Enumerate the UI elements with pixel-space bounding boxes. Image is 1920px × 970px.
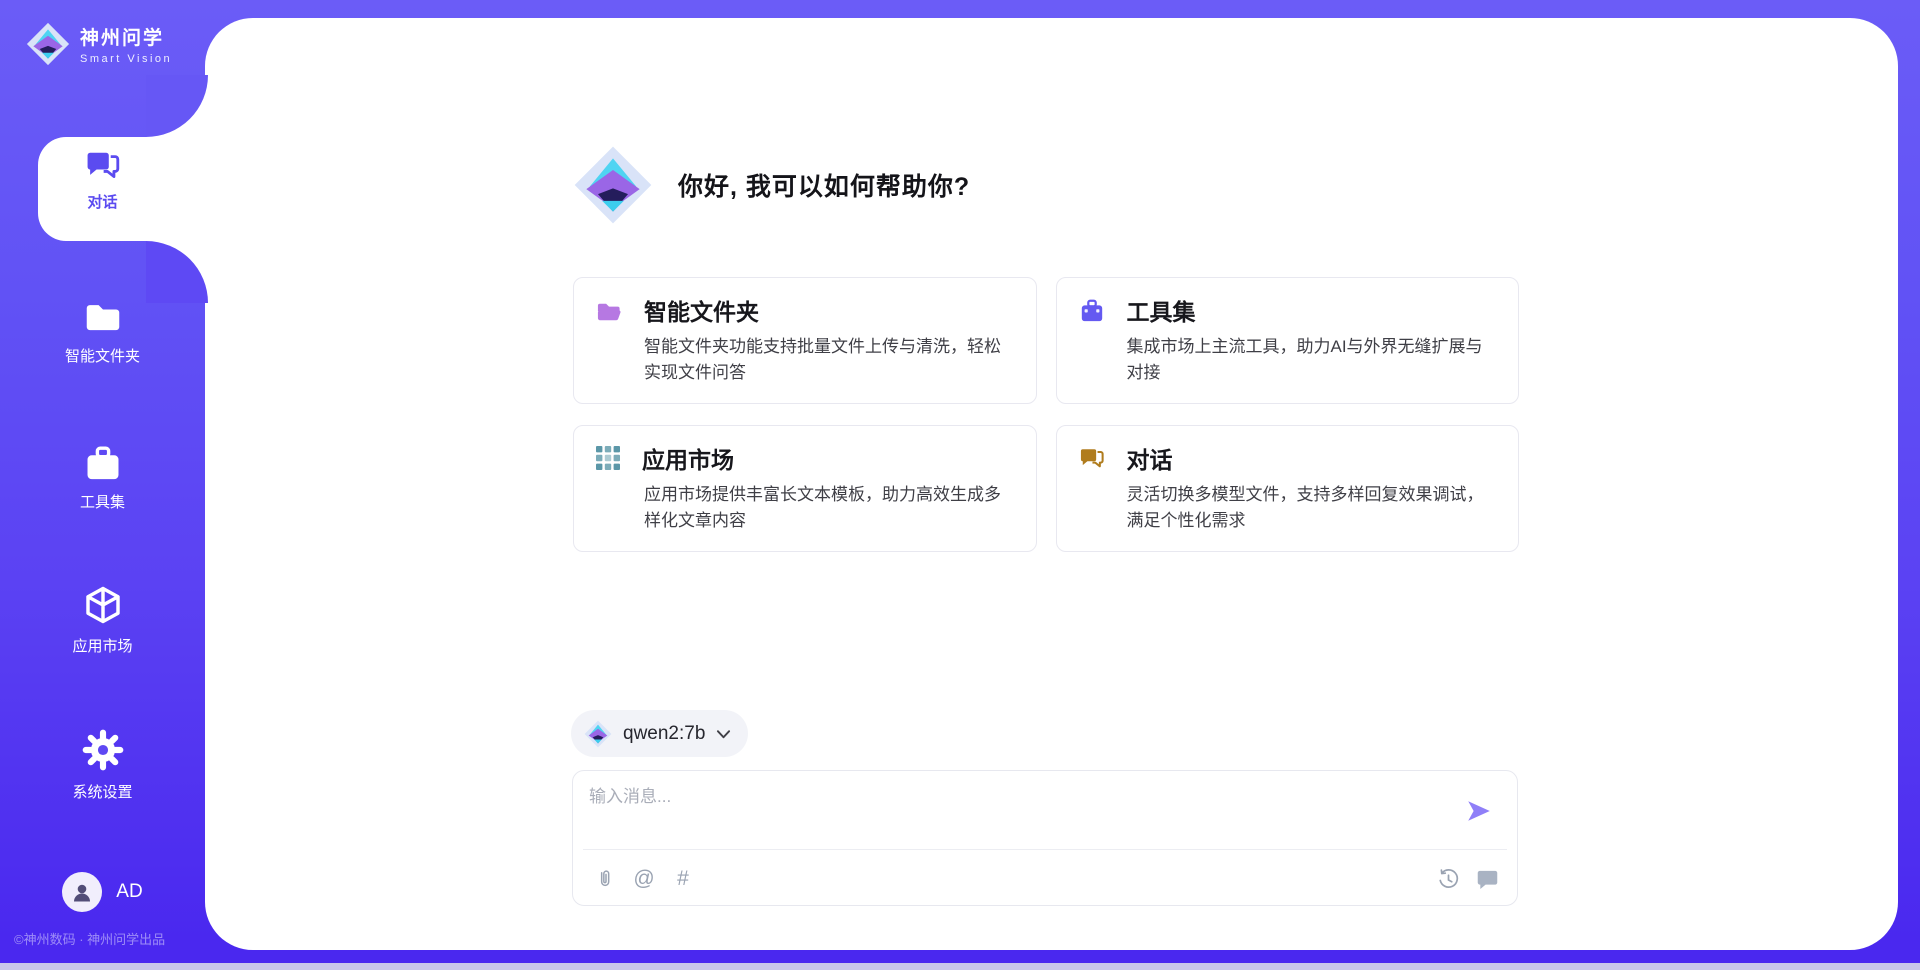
sidebar-item-label: 系统设置 bbox=[72, 781, 132, 802]
card-description: 灵活切换多模型文件，支持多样回复效果调试，满足个性化需求 bbox=[1127, 482, 1495, 534]
diamond-logo-icon bbox=[573, 145, 653, 225]
sidebar-item-label: 应用市场 bbox=[72, 635, 132, 656]
sidebar: 神州问学 Smart Vision 对话 智能文件夹 工具集 应用市场 系统设 bbox=[0, 0, 205, 950]
sidebar-item-settings[interactable]: 系统设置 bbox=[0, 728, 205, 802]
card-chat[interactable]: 对话 灵活切换多模型文件，支持多样回复效果调试，满足个性化需求 bbox=[1056, 425, 1520, 552]
folder-open-icon bbox=[596, 299, 622, 322]
grid-icon bbox=[596, 446, 620, 470]
sidebar-item-smart-folder[interactable]: 智能文件夹 bbox=[0, 298, 205, 366]
diamond-logo-icon bbox=[584, 720, 612, 748]
card-title: 对话 bbox=[1127, 441, 1173, 475]
folder-icon bbox=[83, 298, 123, 336]
window-bottom-edge bbox=[0, 963, 1920, 970]
greeting-title: 你好, 我可以如何帮助你? bbox=[678, 167, 970, 203]
sidebar-item-chat[interactable]: 对话 bbox=[0, 148, 205, 212]
diamond-logo-icon bbox=[26, 22, 70, 66]
paperclip-icon[interactable] bbox=[593, 866, 617, 892]
gear-icon bbox=[81, 728, 125, 772]
chat-icon bbox=[1079, 446, 1105, 470]
input-toolbar: @ # bbox=[593, 863, 1499, 895]
card-toolset[interactable]: 工具集 集成市场上主流工具，助力AI与外界无缝扩展与对接 bbox=[1056, 277, 1520, 404]
user-chip[interactable]: AD bbox=[0, 872, 205, 912]
comment-icon[interactable] bbox=[1475, 866, 1499, 892]
hash-icon[interactable]: # bbox=[671, 866, 695, 892]
brand-logo: 神州问学 Smart Vision bbox=[26, 22, 172, 66]
model-selector[interactable]: qwen2:7b bbox=[571, 710, 748, 757]
sidebar-item-label: 智能文件夹 bbox=[65, 345, 140, 366]
model-name: qwen2:7b bbox=[623, 723, 705, 745]
tab-fillet-bottom bbox=[146, 241, 208, 303]
card-smart-folder[interactable]: 智能文件夹 智能文件夹功能支持批量文件上传与清洗，轻松实现文件问答 bbox=[573, 277, 1037, 404]
history-icon[interactable] bbox=[1436, 866, 1460, 892]
card-app-market[interactable]: 应用市场 应用市场提供丰富长文本模板，助力高效生成多样化文章内容 bbox=[573, 425, 1037, 552]
at-icon[interactable]: @ bbox=[632, 866, 656, 892]
brand-subtitle: Smart Vision bbox=[80, 53, 172, 65]
chevron-down-icon bbox=[716, 728, 731, 740]
chat-icon bbox=[85, 148, 121, 182]
copyright-footer: ©神州数码 · 神州问学出品 bbox=[14, 929, 165, 948]
briefcase-icon bbox=[83, 444, 123, 482]
avatar bbox=[62, 872, 102, 912]
card-description: 应用市场提供丰富长文本模板，助力高效生成多样化文章内容 bbox=[644, 482, 1012, 534]
briefcase-icon bbox=[1079, 298, 1105, 323]
user-initials: AD bbox=[116, 881, 142, 903]
brand-name: 神州问学 bbox=[80, 23, 172, 50]
greeting-block: 你好, 我可以如何帮助你? bbox=[573, 145, 970, 225]
card-title: 工具集 bbox=[1127, 293, 1196, 327]
message-input-card: @ # bbox=[572, 770, 1518, 906]
card-description: 集成市场上主流工具，助力AI与外界无缝扩展与对接 bbox=[1127, 334, 1495, 386]
feature-cards: 智能文件夹 智能文件夹功能支持批量文件上传与清洗，轻松实现文件问答 工具集 集成… bbox=[573, 277, 1519, 552]
tab-fillet-top bbox=[146, 75, 208, 137]
sidebar-item-app-market[interactable]: 应用市场 bbox=[0, 584, 205, 656]
card-description: 智能文件夹功能支持批量文件上传与清洗，轻松实现文件问答 bbox=[644, 334, 1012, 386]
sidebar-item-label: 工具集 bbox=[80, 491, 125, 512]
message-input[interactable] bbox=[589, 782, 1439, 840]
cube-icon bbox=[82, 584, 124, 626]
send-icon[interactable] bbox=[1465, 797, 1493, 825]
sidebar-item-label: 对话 bbox=[87, 191, 117, 212]
card-title: 智能文件夹 bbox=[644, 293, 759, 327]
sidebar-item-toolset[interactable]: 工具集 bbox=[0, 444, 205, 512]
card-title: 应用市场 bbox=[642, 441, 734, 475]
input-divider bbox=[583, 849, 1507, 850]
